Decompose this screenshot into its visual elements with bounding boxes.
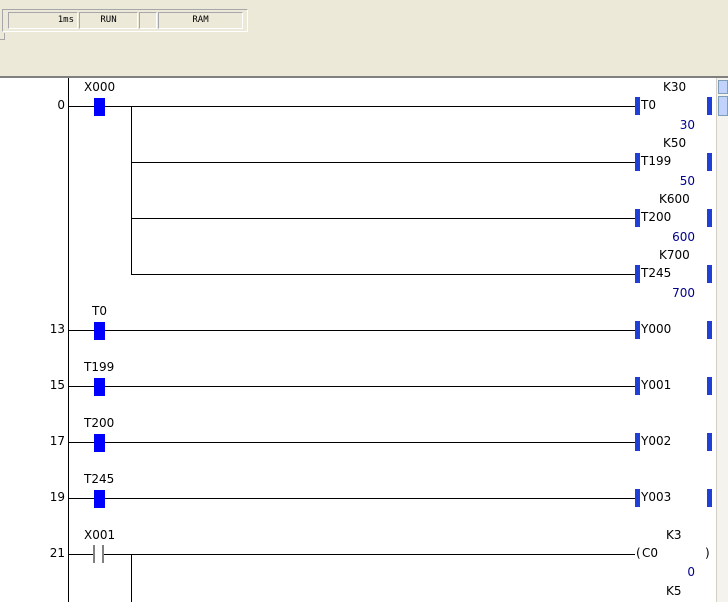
ladder-diagram[interactable]: 0 13 15 17 19 21 X000 K30 T0 30 K50 T199… — [0, 78, 716, 602]
step-number: 13 — [49, 322, 65, 336]
coil-left-bracket — [635, 489, 640, 507]
coil-right-bracket — [707, 433, 712, 451]
vertical-scrollbar[interactable] — [716, 78, 728, 602]
memory-cell: RAM — [158, 12, 243, 29]
rung-wire — [68, 106, 638, 107]
branch-wire — [131, 162, 638, 163]
rung-wire — [68, 330, 638, 331]
rung-wire — [68, 554, 93, 555]
toolbar-corner — [0, 33, 5, 40]
step-number: 0 — [57, 98, 65, 112]
timer-constant: K700 — [659, 248, 690, 262]
left-power-rail — [68, 78, 69, 602]
coil-close-paren: ) — [705, 546, 710, 560]
timer-value: 50 — [679, 174, 695, 188]
scroll-up-button[interactable] — [718, 80, 728, 94]
coil-right-bracket — [707, 321, 712, 339]
timer-constant: K50 — [663, 136, 687, 150]
contact-t245[interactable] — [94, 490, 105, 508]
coil-open-paren: ( — [636, 546, 641, 560]
timer-value: 700 — [672, 286, 695, 300]
coil-left-bracket — [635, 153, 640, 171]
coil-label[interactable]: C0 — [642, 546, 658, 560]
coil-left-bracket — [635, 265, 640, 283]
coil-right-bracket — [707, 489, 712, 507]
contact-label: X001 — [84, 528, 116, 542]
branch-wire — [131, 218, 638, 219]
rung-wire — [68, 386, 638, 387]
coil-label[interactable]: T245 — [641, 266, 671, 280]
coil-left-bracket — [635, 97, 640, 115]
branch-wire — [131, 554, 132, 602]
coil-left-bracket — [635, 377, 640, 395]
contact-label: X000 — [84, 80, 116, 94]
coil-right-bracket — [707, 265, 712, 283]
contact-t0[interactable] — [94, 322, 105, 340]
toolbar-area: 1ms RUN RAM — [0, 0, 728, 77]
contact-label: T199 — [84, 360, 115, 374]
step-number: 19 — [49, 490, 65, 504]
coil-right-bracket — [707, 153, 712, 171]
contact-x000[interactable] — [94, 98, 105, 116]
timer-value: 600 — [672, 230, 695, 244]
coil-right-bracket — [707, 209, 712, 227]
step-number: 21 — [49, 546, 65, 560]
coil-left-bracket — [635, 209, 640, 227]
coil-left-bracket — [635, 321, 640, 339]
counter-value: 0 — [687, 565, 695, 579]
coil-label[interactable]: T199 — [641, 154, 671, 168]
coil-right-bracket — [707, 97, 712, 115]
timer-value: 30 — [679, 118, 695, 132]
contact-label: T245 — [84, 472, 115, 486]
empty-status-cell — [139, 12, 157, 29]
contact-t199[interactable] — [94, 378, 105, 396]
normally-open-contact-x001[interactable] — [92, 545, 104, 563]
coil-label[interactable]: Y002 — [641, 434, 671, 448]
contact-label: T0 — [92, 304, 107, 318]
coil-right-bracket — [707, 377, 712, 395]
scan-time-cell: 1ms — [8, 12, 78, 29]
branch-wire — [131, 274, 638, 275]
branch-wire — [131, 106, 132, 275]
coil-label[interactable]: Y001 — [641, 378, 671, 392]
rung-wire — [68, 442, 638, 443]
contact-t200[interactable] — [94, 434, 105, 452]
scroll-thumb[interactable] — [718, 96, 728, 116]
counter-constant: K3 — [666, 528, 682, 542]
coil-label[interactable]: T200 — [641, 210, 671, 224]
coil-label[interactable]: T0 — [641, 98, 656, 112]
step-number: 17 — [49, 434, 65, 448]
run-mode-cell: RUN — [79, 12, 138, 29]
rung-wire — [68, 498, 638, 499]
counter-constant: K5 — [666, 584, 682, 598]
timer-constant: K600 — [659, 192, 690, 206]
coil-left-bracket — [635, 433, 640, 451]
rung-wire — [104, 554, 635, 555]
contact-label: T200 — [84, 416, 115, 430]
coil-label[interactable]: Y003 — [641, 490, 671, 504]
timer-constant: K30 — [663, 80, 687, 94]
step-number: 15 — [49, 378, 65, 392]
coil-label[interactable]: Y000 — [641, 322, 671, 336]
